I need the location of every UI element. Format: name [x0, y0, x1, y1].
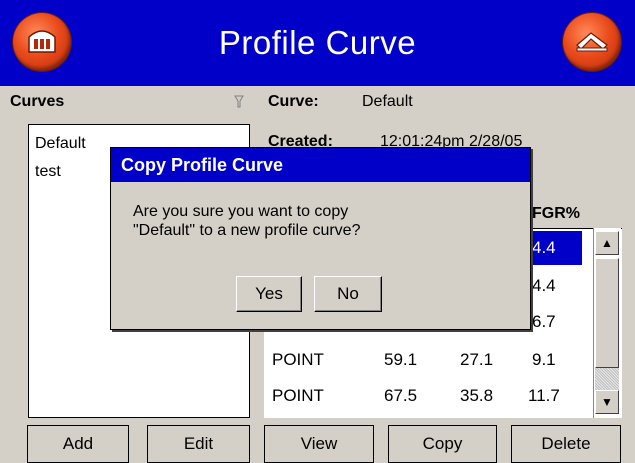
- home-button[interactable]: [13, 13, 71, 71]
- curves-label: Curves: [10, 93, 65, 110]
- curve-label: Curve:: [268, 93, 319, 110]
- dialog-title: Copy Profile Curve: [111, 148, 530, 182]
- fgr-column-header: FGR%: [532, 205, 580, 222]
- arrow-up-icon: ▲: [601, 236, 613, 250]
- row-fgr: 11.7: [528, 386, 560, 405]
- table-scrollbar[interactable]: ▲ ▼: [593, 228, 621, 418]
- row-value-a: 59.1: [384, 350, 418, 369]
- yes-button[interactable]: Yes: [236, 276, 302, 312]
- row-fgr: 9.1: [532, 350, 556, 369]
- list-item[interactable]: test: [35, 163, 61, 181]
- scroll-thumb[interactable]: [595, 258, 619, 368]
- row-type: POINT: [272, 350, 324, 369]
- row-type: POINT: [272, 386, 324, 405]
- dialog-message-line: "Default" to a new profile curve?: [133, 222, 361, 239]
- row-value-b: 35.8: [460, 386, 494, 405]
- arrow-down-icon: ▼: [601, 395, 613, 409]
- scroll-up-button[interactable]: ▲: [595, 231, 619, 255]
- row-fgr: 4.4: [528, 231, 582, 265]
- copy-button[interactable]: Copy: [388, 425, 497, 463]
- no-button[interactable]: No: [314, 276, 382, 312]
- row-value-b: 27.1: [460, 350, 494, 369]
- filter-icon[interactable]: [234, 95, 244, 114]
- edit-button[interactable]: Edit: [147, 425, 250, 463]
- page-title: Profile Curve: [218, 24, 417, 61]
- scroll-track[interactable]: [595, 368, 619, 392]
- exit-icon: [573, 25, 611, 60]
- row-fgr: 6.7: [532, 312, 556, 331]
- row-value-a: 67.5: [384, 386, 418, 405]
- view-button[interactable]: View: [264, 425, 374, 463]
- add-button[interactable]: Add: [27, 425, 129, 463]
- dialog-message: Are you sure you want to copy "Default" …: [133, 202, 513, 240]
- scroll-down-button[interactable]: ▼: [595, 390, 619, 414]
- copy-dialog: Copy Profile Curve Are you sure you want…: [110, 147, 531, 330]
- list-item[interactable]: Default: [35, 135, 86, 153]
- exit-button[interactable]: [563, 13, 621, 71]
- delete-button[interactable]: Delete: [511, 425, 621, 463]
- row-fgr: 4.4: [532, 276, 556, 295]
- home-icon: [25, 25, 59, 60]
- dialog-message-line: Are you sure you want to copy: [133, 203, 349, 220]
- curve-value: Default: [362, 93, 413, 110]
